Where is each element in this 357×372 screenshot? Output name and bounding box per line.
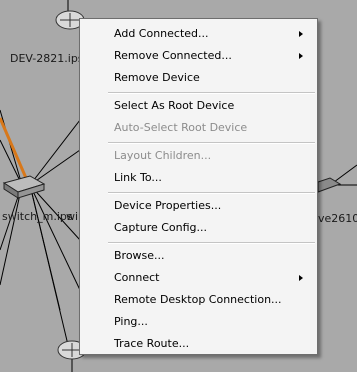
submenu-arrow-icon <box>299 31 303 37</box>
menu-item-label: Layout Children... <box>114 149 212 162</box>
menu-item-select-root-device[interactable]: Select As Root Device <box>80 95 317 117</box>
menu-item-label: Connect <box>114 271 160 284</box>
menu-item-label: Remote Desktop Connection... <box>114 293 282 306</box>
menu-separator <box>108 142 315 144</box>
menu-item-remove-connected[interactable]: Remove Connected... <box>80 45 317 67</box>
menu-item-add-connected[interactable]: Add Connected... <box>80 23 317 45</box>
menu-item-label: Browse... <box>114 249 165 262</box>
menu-item-label: Auto-Select Root Device <box>114 121 248 134</box>
menu-item-auto-select-root-device: Auto-Select Root Device <box>80 117 317 139</box>
device-label-switch-tail: wi <box>66 210 79 223</box>
menu-separator <box>108 92 315 94</box>
menu-item-label: Select As Root Device <box>114 99 235 112</box>
menu-item-label: Device Properties... <box>114 199 222 212</box>
menu-item-label: Trace Route... <box>114 337 190 350</box>
menu-item-link-to[interactable]: Link To... <box>80 167 317 189</box>
device-label-switch[interactable]: switch_m.ips <box>2 210 73 223</box>
menu-separator <box>108 242 315 244</box>
menu-item-trace-route[interactable]: Trace Route... <box>80 333 317 355</box>
menu-item-remove-device[interactable]: Remove Device <box>80 67 317 89</box>
submenu-arrow-icon <box>299 53 303 59</box>
menu-item-capture-config[interactable]: Capture Config... <box>80 217 317 239</box>
menu-item-label: Link To... <box>114 171 162 184</box>
menu-item-label: Ping... <box>114 315 148 328</box>
menu-item-device-properties[interactable]: Device Properties... <box>80 195 317 217</box>
device-label-top[interactable]: DEV-2821.ips <box>10 52 84 65</box>
menu-item-connect[interactable]: Connect <box>80 267 317 289</box>
menu-item-label: Remove Connected... <box>114 49 232 62</box>
device-label-right[interactable]: ve2610 <box>318 212 357 225</box>
menu-item-label: Add Connected... <box>114 27 209 40</box>
menu-item-label: Remove Device <box>114 71 200 84</box>
menu-item-ping[interactable]: Ping... <box>80 311 317 333</box>
menu-item-label: Capture Config... <box>114 221 208 234</box>
submenu-arrow-icon <box>299 275 303 281</box>
menu-item-layout-children: Layout Children... <box>80 145 317 167</box>
context-menu: Add Connected... Remove Connected... Rem… <box>79 18 318 355</box>
menu-item-browse[interactable]: Browse... <box>80 245 317 267</box>
menu-item-remote-desktop-connection[interactable]: Remote Desktop Connection... <box>80 289 317 311</box>
menu-separator <box>108 192 315 194</box>
